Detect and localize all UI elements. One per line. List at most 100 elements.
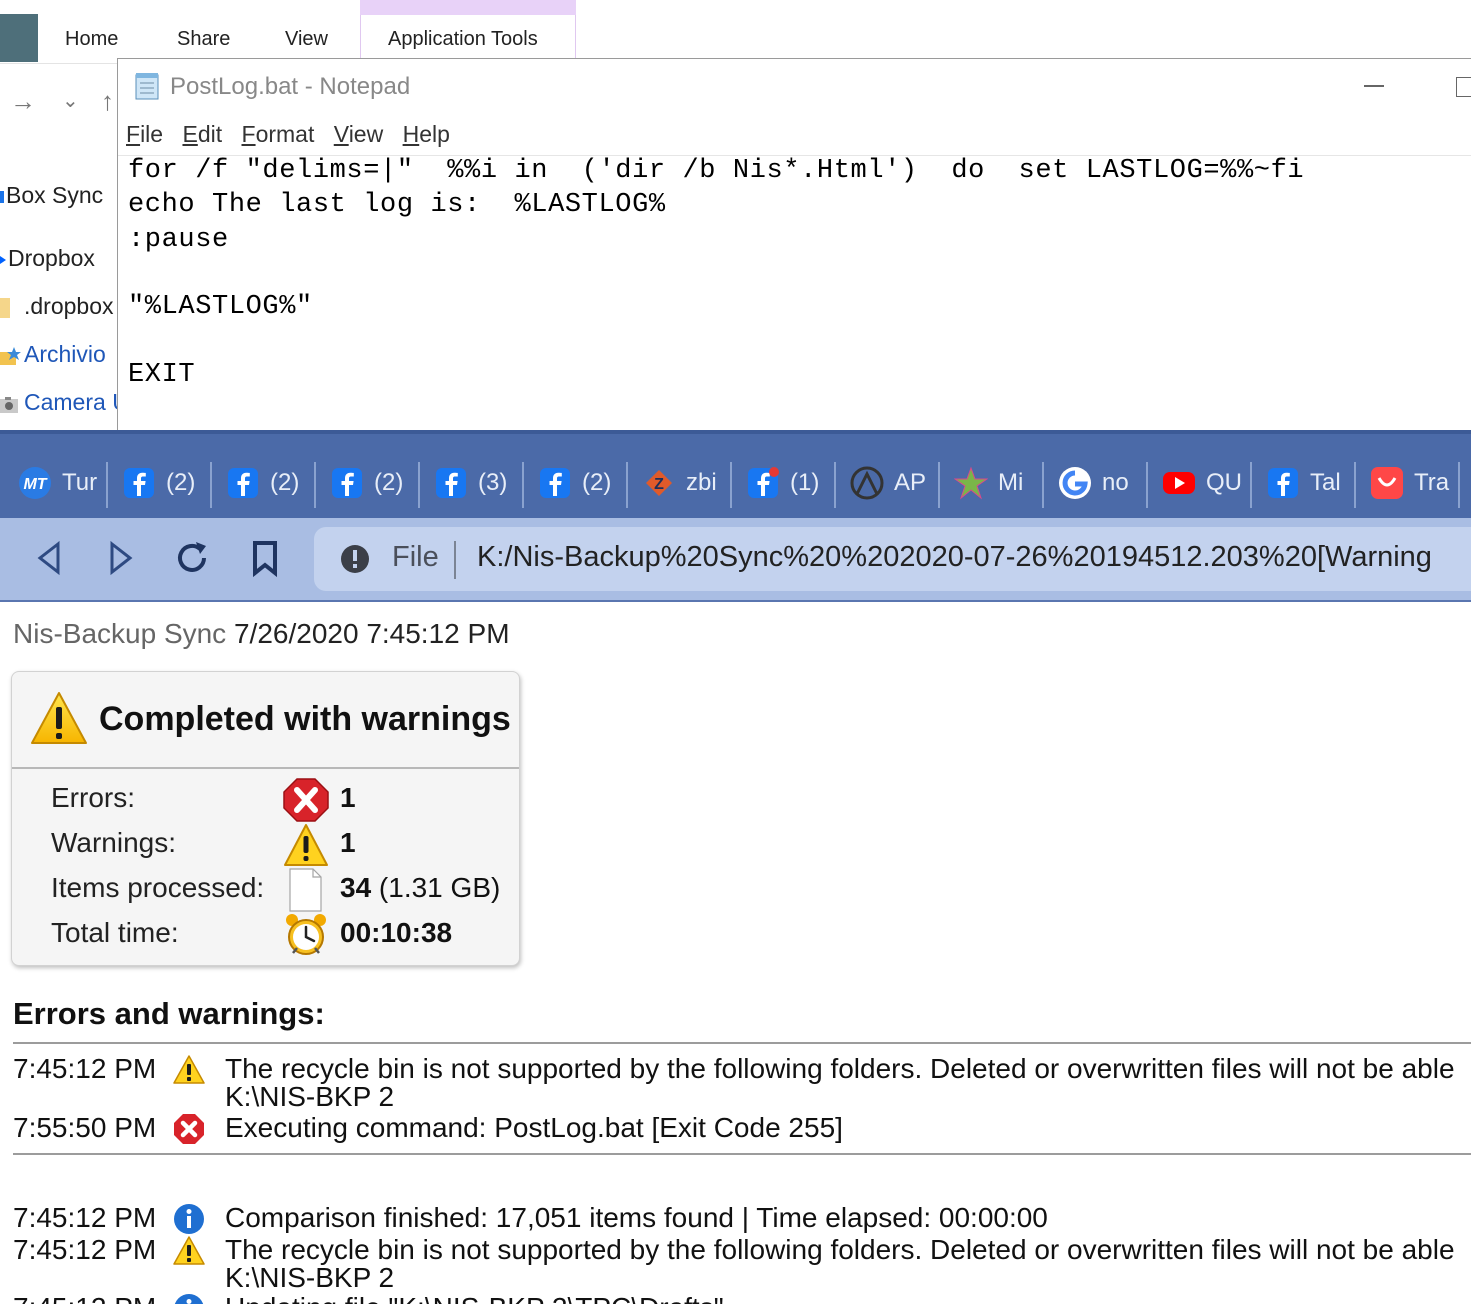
file-menu-button[interactable]	[0, 14, 38, 62]
back-icon[interactable]	[30, 538, 70, 578]
stat-value: 1	[340, 827, 356, 859]
nav-item-dropbox-folder[interactable]: .dropbox	[0, 293, 114, 325]
url-text[interactable]: K:/Nis-Backup%20Sync%20%202020-07-26%201…	[477, 541, 1432, 574]
ribbon-tab-share[interactable]: Share	[177, 28, 230, 51]
browser-tab[interactable]: AP	[836, 444, 940, 516]
log-row: 7:45:12 PM Comparison finished: 17,051 i…	[13, 1202, 1471, 1236]
minimize-button[interactable]	[1364, 85, 1384, 87]
dropbox-icon	[0, 250, 6, 270]
menu-label: ile	[140, 121, 164, 147]
log-message-detail: K:\NIS-BKP 2	[225, 1262, 395, 1293]
browser-toolbar: File K:/Nis-Backup%20Sync%20%202020-07-2…	[0, 518, 1471, 602]
ribbon-tab-home[interactable]: Home	[65, 28, 118, 51]
up-arrow-icon[interactable]: ↑	[101, 86, 114, 117]
browser-tab[interactable]: (2)	[108, 444, 212, 516]
menu-accelerator: H	[402, 121, 420, 147]
code-line: for /f "delims=|" %%i in ('dir /b Nis*.H…	[128, 156, 1305, 186]
ribbon-tab-application-tools[interactable]: Application Tools	[388, 28, 538, 51]
menu-view[interactable]: View	[334, 121, 383, 147]
tab-title: AP	[894, 469, 927, 496]
browser-tab[interactable]: no	[1044, 444, 1148, 516]
log-message: Updating file "K:\NIS-BKP 2\TPC\Drafts"	[225, 1292, 724, 1304]
facebook-icon	[1266, 466, 1300, 500]
browser-tab[interactable]: (2)	[524, 444, 628, 516]
bookmark-icon[interactable]	[246, 538, 286, 578]
explorer-nav: → ⌄ ↑	[0, 64, 118, 138]
site-info-icon[interactable]	[340, 544, 370, 574]
browser-tab[interactable]: (3)	[420, 444, 524, 516]
reload-icon[interactable]	[172, 538, 212, 578]
forward-icon[interactable]	[100, 538, 140, 578]
timestamp: 7/26/2020 7:45:12 PM	[233, 618, 510, 649]
ribbon-tab-view[interactable]: View	[285, 28, 328, 51]
address-bar[interactable]: File K:/Nis-Backup%20Sync%20%202020-07-2…	[314, 527, 1471, 591]
summary-card: Completed with warnings Errors: 1 Warnin…	[11, 671, 520, 966]
stat-number: 1	[340, 827, 356, 858]
nav-item-label: Box Sync	[6, 182, 104, 208]
browser-tab[interactable]: Tra	[1356, 444, 1460, 516]
stat-number: 00:10:38	[340, 917, 453, 948]
tab-title: Mi	[998, 469, 1024, 496]
info-icon	[173, 1203, 205, 1235]
browser-tab[interactable]: Tal	[1252, 444, 1356, 516]
menu-accelerator: V	[333, 121, 349, 147]
log-message: The recycle bin is not supported by the …	[225, 1234, 1455, 1265]
menu-file[interactable]: File	[126, 121, 163, 147]
recent-locations-chevron-icon[interactable]: ⌄	[62, 88, 79, 113]
divider	[0, 430, 1471, 434]
maximize-button[interactable]	[1456, 77, 1471, 97]
menu-help[interactable]: Help	[403, 121, 450, 147]
tab-title: no	[1102, 469, 1129, 496]
stat-number: 1	[340, 782, 356, 813]
browser-tab[interactable]: BC	[1460, 444, 1471, 516]
browser-tab[interactable]: MT Tur	[4, 444, 108, 516]
code-line: EXIT	[128, 360, 196, 390]
browser-tab[interactable]: (2)	[212, 444, 316, 516]
nav-item-dropbox[interactable]: Dropbox	[0, 245, 95, 277]
menu-label: iew	[348, 121, 384, 147]
tab-title: zbi	[686, 469, 717, 496]
browser-tab[interactable]: Mi	[940, 444, 1044, 516]
nav-item-box-sync[interactable]: Box Sync	[0, 182, 103, 214]
window-title: PostLog.bat - Notepad	[170, 73, 411, 100]
browser-tab[interactable]: (1)	[732, 444, 836, 516]
explorer-navigation-pane: Box Sync Dropbox .dropbox Archivio Camer…	[0, 138, 118, 430]
aliexpress-icon	[1370, 466, 1404, 500]
summary-header: Completed with warnings	[12, 672, 519, 769]
tab-title: (2)	[166, 469, 196, 496]
stat-value: 1	[340, 782, 356, 814]
nav-item-archivio[interactable]: Archivio	[0, 341, 106, 373]
notepad-icon	[134, 71, 162, 101]
facebook-icon	[122, 466, 156, 500]
log-row: 7:45:12 PM Updating file "K:\NIS-BKP 2\T…	[13, 1292, 1471, 1304]
stat-items-processed: Items processed: 34 (1.31 GB)	[51, 868, 521, 912]
notepad-text-area[interactable]: for /f "delims=|" %%i in ('dir /b Nis*.H…	[118, 155, 1471, 432]
stat-label: Warnings:	[51, 827, 177, 858]
browser-tab[interactable]: (2)	[316, 444, 420, 516]
contextual-divider	[575, 15, 576, 64]
notepad-titlebar[interactable]: PostLog.bat - Notepad	[118, 59, 1471, 119]
facebook-icon	[330, 466, 364, 500]
scheme-label: File	[392, 541, 439, 573]
menu-format[interactable]: Format	[242, 121, 315, 147]
manage-contextual-tab[interactable]	[360, 0, 576, 15]
forward-arrow-icon[interactable]: →	[10, 86, 36, 117]
code-line: echo The last log is: %LASTLOG%	[128, 190, 666, 220]
stat-total-time: Total time: 00:10:38	[51, 913, 521, 955]
alarm-clock-icon	[283, 913, 329, 957]
browser-tab[interactable]: Zzbi	[628, 444, 732, 516]
code-line: :pause	[128, 225, 229, 255]
folder-star-icon	[0, 346, 22, 366]
facebook-icon	[226, 466, 260, 500]
menu-edit[interactable]: Edit	[182, 121, 222, 147]
warning-icon	[30, 690, 88, 746]
nav-item-camera-uploads[interactable]: Camera U	[0, 389, 118, 421]
svg-text:MT: MT	[23, 476, 47, 493]
box-sync-icon	[0, 190, 4, 203]
camera-folder-icon	[0, 394, 22, 414]
tab-title: (3)	[478, 469, 508, 496]
browser-tab[interactable]: QU	[1148, 444, 1252, 516]
stat-extra: (1.31 GB)	[371, 872, 501, 903]
facebook-icon	[434, 466, 468, 500]
divider	[454, 541, 456, 579]
